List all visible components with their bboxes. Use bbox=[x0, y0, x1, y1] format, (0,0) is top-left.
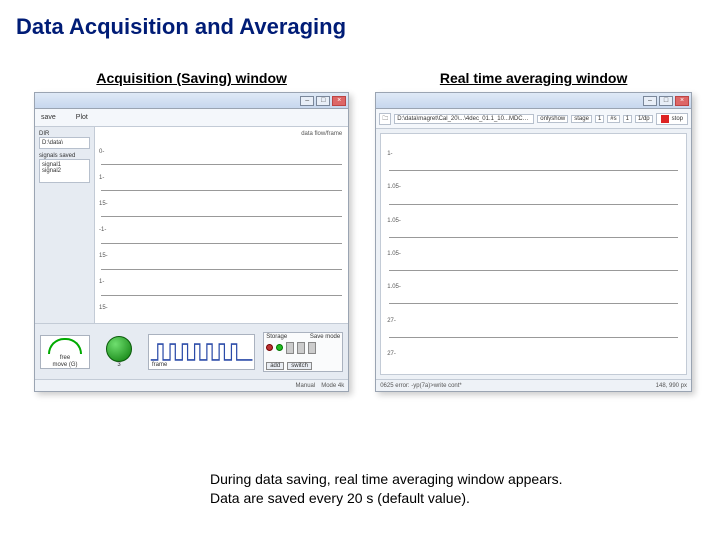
row-label: 1.05- bbox=[387, 184, 401, 190]
window-titlebar: – □ × bbox=[376, 93, 691, 109]
close-icon[interactable]: × bbox=[675, 96, 689, 106]
left-plot-area: data flow/frame 0- 1- 15- -1- 15- 1- 15- bbox=[95, 127, 348, 323]
field-num-value[interactable]: 1 bbox=[623, 115, 632, 123]
gauge-unit: move (G) bbox=[52, 362, 77, 368]
row-label: 27- bbox=[387, 351, 396, 357]
stop-label: stop bbox=[672, 116, 683, 122]
acquisition-window: – □ × save Plot DIR D:\data\ signals sav… bbox=[34, 92, 349, 392]
right-caption: Real time averaging window bbox=[375, 70, 692, 86]
led-icon bbox=[266, 344, 273, 351]
row-label: 1.05- bbox=[387, 251, 401, 257]
switch-button[interactable]: switch bbox=[287, 362, 312, 370]
field-stage-label: stage bbox=[571, 115, 592, 123]
field-dp-label: 1/dp bbox=[635, 115, 653, 123]
stop-button[interactable]: stop bbox=[656, 113, 688, 125]
tab-save[interactable]: save bbox=[41, 114, 56, 121]
row-label: 1.05- bbox=[387, 284, 401, 290]
status-left: 0625 error: -yp(7a)>write cont* bbox=[380, 383, 462, 389]
left-sidebar: DIR D:\data\ signals saved signal1 signa… bbox=[35, 127, 95, 323]
body-line2: Data are saved every 20 s (default value… bbox=[210, 489, 670, 508]
row-label: 1- bbox=[99, 175, 104, 181]
left-toolbar: save Plot bbox=[35, 109, 348, 127]
maximize-icon[interactable]: □ bbox=[316, 96, 330, 106]
right-figure: Real time averaging window – □ × 🗀 D:\da… bbox=[375, 70, 692, 392]
row-label: 27- bbox=[387, 318, 396, 324]
right-statusbar: 0625 error: -yp(7a)>write cont* 148, 990… bbox=[376, 379, 691, 391]
folder-icon[interactable]: 🗀 bbox=[379, 113, 391, 125]
signals-box[interactable]: signal1 signal2 bbox=[39, 159, 90, 183]
row-label: 1- bbox=[99, 279, 104, 285]
knob-icon bbox=[106, 336, 132, 362]
left-caption: Acquisition (Saving) window bbox=[34, 70, 349, 86]
row-label: 15- bbox=[99, 201, 108, 207]
pulse-label: frame bbox=[152, 362, 167, 368]
field-stage-value[interactable]: 1 bbox=[595, 115, 604, 123]
tab-plot[interactable]: Plot bbox=[76, 114, 88, 121]
dir-field[interactable]: D:\data\ bbox=[39, 137, 90, 149]
maximize-icon[interactable]: □ bbox=[659, 96, 673, 106]
page-title: Data Acquisition and Averaging bbox=[0, 0, 720, 40]
left-figure: Acquisition (Saving) window – □ × save P… bbox=[34, 70, 349, 392]
knob-control[interactable]: 3 bbox=[98, 331, 140, 373]
add-button[interactable]: add bbox=[266, 362, 284, 370]
body-line1: During data saving, real time averaging … bbox=[210, 470, 670, 489]
description-text: During data saving, real time averaging … bbox=[210, 470, 670, 508]
right-toolbar: 🗀 D:\data\magret\Cal_20\...\4dec_01.1_10… bbox=[376, 109, 691, 129]
row-label: -1- bbox=[99, 227, 106, 233]
storage-panel: Storage Save mode add switch bbox=[263, 332, 343, 372]
status-text: Mode 4k bbox=[321, 383, 344, 389]
row-label: 15- bbox=[99, 305, 108, 311]
field-num-label: #s bbox=[607, 115, 619, 123]
storage-label: Storage bbox=[266, 334, 287, 340]
window-titlebar: – □ × bbox=[35, 93, 348, 109]
figures-row: Acquisition (Saving) window – □ × save P… bbox=[0, 40, 720, 392]
plot-header: data flow/frame bbox=[101, 131, 342, 137]
gauge-free: free move (G) bbox=[40, 335, 90, 369]
status-text: Manual bbox=[296, 383, 316, 389]
switch-icon[interactable] bbox=[308, 342, 316, 354]
right-plot-area: 1- 1.05- 1.05- 1.05- 1.05- 27- 27- bbox=[380, 133, 687, 375]
gauge-arc-icon bbox=[48, 338, 82, 354]
led-icon bbox=[276, 344, 283, 351]
stop-icon bbox=[661, 115, 669, 123]
left-statusbar: Manual Mode 4k bbox=[35, 379, 348, 391]
switch-icon[interactable] bbox=[286, 342, 294, 354]
field-onlyshow[interactable]: onlyshow bbox=[537, 115, 568, 123]
row-label: 0- bbox=[99, 149, 104, 155]
minimize-icon[interactable]: – bbox=[300, 96, 314, 106]
gauge-label: free bbox=[60, 355, 70, 361]
left-bottom-panel: free move (G) 3 frame bbox=[35, 323, 348, 379]
savemode-label: Save mode bbox=[310, 334, 340, 340]
status-right: 148, 990 px bbox=[656, 383, 687, 389]
path-field[interactable]: D:\data\magret\Cal_20\...\4dec_01.1_10..… bbox=[394, 114, 534, 124]
row-label: 1- bbox=[387, 151, 392, 157]
switch-icon[interactable] bbox=[297, 342, 305, 354]
close-icon[interactable]: × bbox=[332, 96, 346, 106]
averaging-window: – □ × 🗀 D:\data\magret\Cal_20\...\4dec_0… bbox=[375, 92, 692, 392]
row-label: 15- bbox=[99, 253, 108, 259]
minimize-icon[interactable]: – bbox=[643, 96, 657, 106]
knob-value: 3 bbox=[117, 362, 120, 368]
pulse-train: frame bbox=[148, 334, 255, 370]
row-label: 1.05- bbox=[387, 218, 401, 224]
